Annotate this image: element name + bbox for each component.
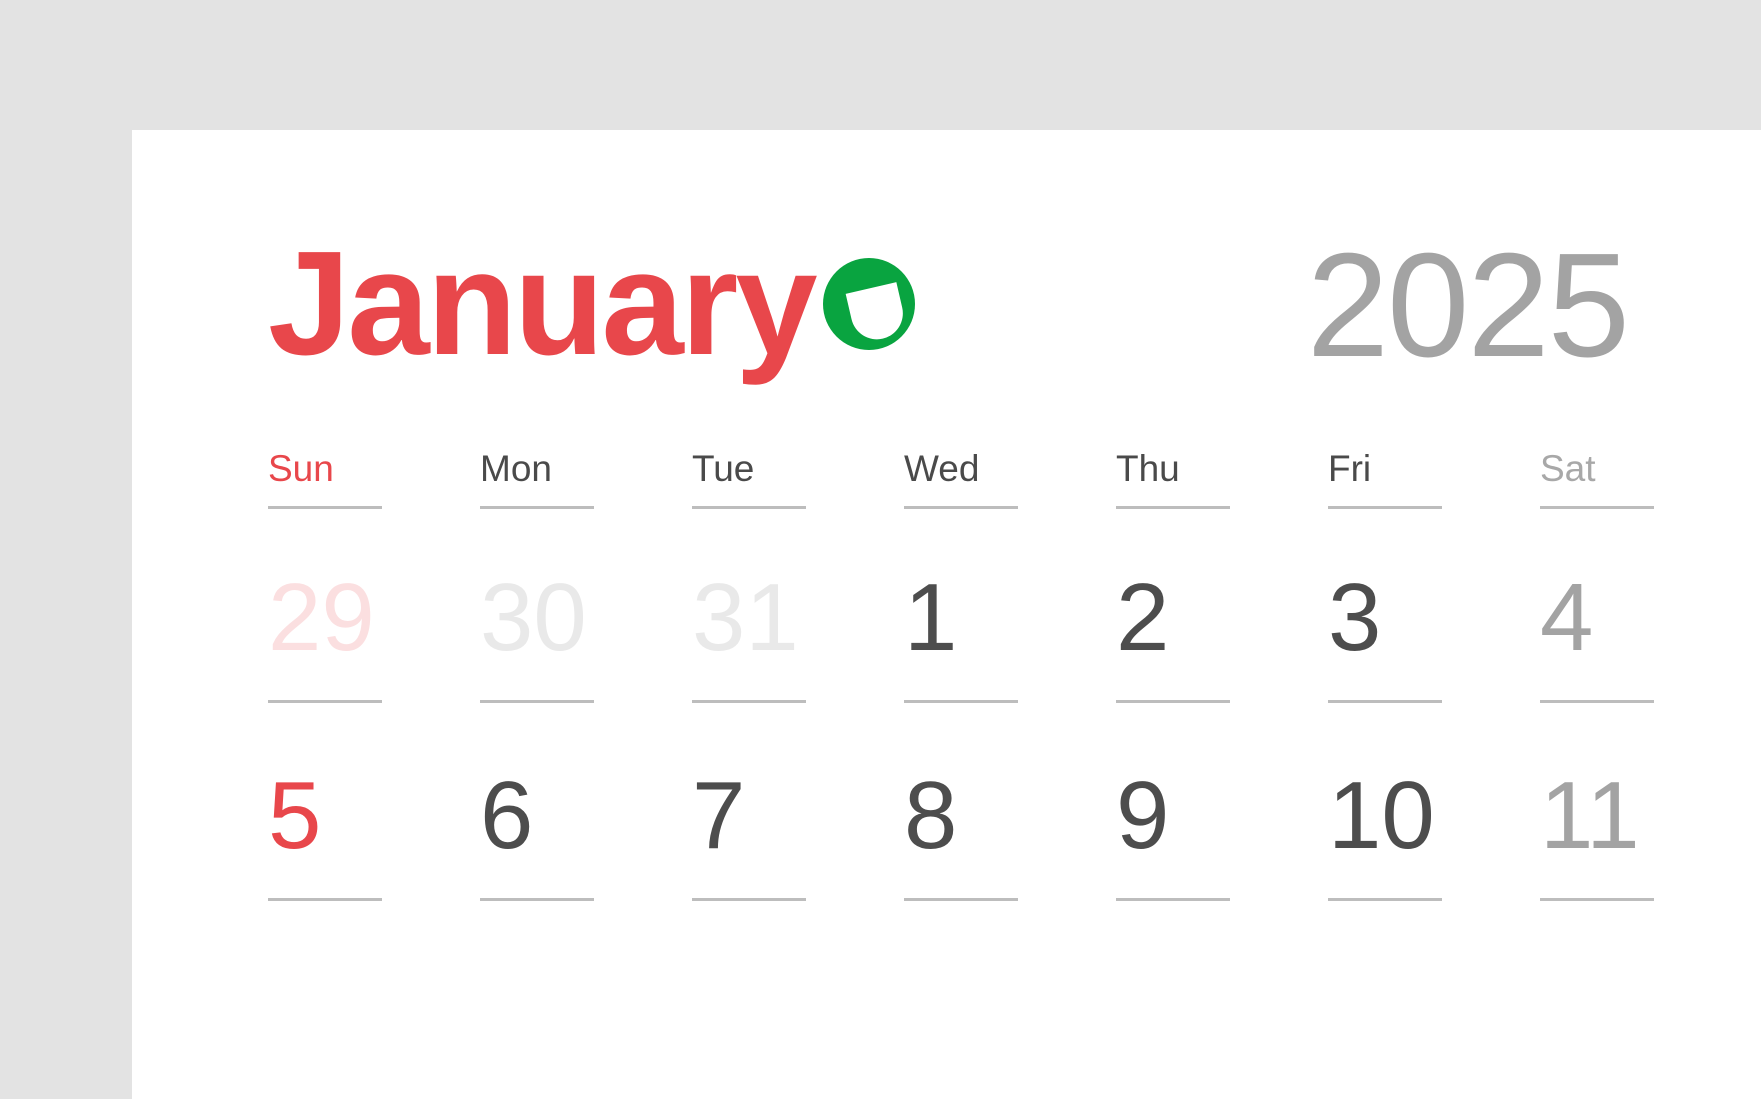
day-number: 11 — [1540, 762, 1640, 869]
week-row: 29 30 31 1 2 3 4 — [268, 548, 1761, 746]
day-cell-9[interactable]: 9 — [1116, 746, 1306, 886]
day-number: 30 — [480, 564, 587, 671]
logo-glyph-shape — [845, 282, 908, 345]
day-cell-underline — [904, 700, 1018, 703]
day-cell-underline — [480, 898, 594, 901]
month-title-block: January — [268, 230, 915, 378]
weekday-header-fri: Fri — [1328, 448, 1508, 509]
day-cell-underline — [1116, 700, 1230, 703]
day-number: 8 — [904, 762, 958, 869]
weekday-header-mon: Mon — [480, 448, 660, 509]
day-cell-8[interactable]: 8 — [904, 746, 1094, 886]
day-cell-underline — [692, 700, 806, 703]
weekday-label: Sun — [268, 448, 334, 489]
day-cell-underline — [1328, 700, 1442, 703]
weekday-label: Thu — [1116, 448, 1180, 489]
weekday-label: Sat — [1540, 448, 1596, 489]
weekday-label: Mon — [480, 448, 552, 489]
weekday-header-row: Sun Mon Tue Wed Thu Fri Sat — [268, 450, 1761, 540]
day-cell-1[interactable]: 1 — [904, 548, 1094, 688]
weekday-header-tue: Tue — [692, 448, 872, 509]
day-cell-30[interactable]: 30 — [480, 548, 670, 688]
green-circle-logo-icon — [822, 258, 915, 350]
weekday-underline — [1116, 506, 1230, 509]
day-cell-7[interactable]: 7 — [692, 746, 882, 886]
day-cell-underline — [1328, 898, 1442, 901]
weekday-label: Tue — [692, 448, 755, 489]
day-cell-underline — [1540, 700, 1654, 703]
day-number: 4 — [1540, 564, 1594, 671]
weekday-underline — [268, 506, 382, 509]
weekday-underline — [1540, 506, 1654, 509]
day-cell-underline — [1540, 898, 1654, 901]
day-number: 10 — [1328, 762, 1435, 869]
calendar-header: January 2025 — [268, 223, 1630, 410]
day-cell-4[interactable]: 4 — [1540, 548, 1730, 688]
day-number: 29 — [268, 564, 375, 671]
day-cell-underline — [1116, 898, 1230, 901]
day-cell-underline — [480, 700, 594, 703]
day-number: 31 — [692, 564, 799, 671]
year-title: 2025 — [1306, 223, 1630, 388]
day-cell-31[interactable]: 31 — [692, 548, 882, 688]
calendar-canvas: January 2025 Sun Mon Tue Wed Thu Fri Sat 29 30 3… — [0, 0, 1761, 1099]
weekday-label: Fri — [1328, 448, 1372, 489]
day-grid: 29 30 31 1 2 3 4 5 6 7 8 9 10 11 — [268, 548, 1761, 944]
weekday-underline — [904, 506, 1018, 509]
weekday-underline — [1328, 506, 1442, 509]
day-cell-5[interactable]: 5 — [268, 746, 458, 886]
weekday-header-sun: Sun — [268, 448, 448, 509]
weekday-label: Wed — [904, 448, 980, 489]
day-number: 7 — [692, 762, 746, 869]
day-number: 5 — [268, 762, 322, 869]
day-cell-6[interactable]: 6 — [480, 746, 670, 886]
weekday-header-wed: Wed — [904, 448, 1084, 509]
weekday-underline — [480, 506, 594, 509]
day-number: 1 — [904, 564, 958, 671]
day-cell-3[interactable]: 3 — [1328, 548, 1518, 688]
day-cell-underline — [692, 898, 806, 901]
weekday-underline — [692, 506, 806, 509]
day-cell-underline — [268, 898, 382, 901]
day-cell-2[interactable]: 2 — [1116, 548, 1306, 688]
day-number: 9 — [1116, 762, 1170, 869]
weekday-header-sat: Sat — [1540, 448, 1720, 509]
day-number: 3 — [1328, 564, 1382, 671]
day-cell-10[interactable]: 10 — [1328, 746, 1518, 886]
day-cell-underline — [904, 898, 1018, 901]
weekday-header-thu: Thu — [1116, 448, 1296, 509]
week-row: 5 6 7 8 9 10 11 — [268, 746, 1761, 944]
day-number: 2 — [1116, 564, 1170, 671]
day-cell-11[interactable]: 11 — [1540, 746, 1730, 886]
calendar-card: January 2025 Sun Mon Tue Wed Thu Fri Sat 29 30 3… — [132, 130, 1761, 1099]
day-cell-underline — [268, 700, 382, 703]
day-cell-29[interactable]: 29 — [268, 548, 458, 688]
day-number: 6 — [480, 762, 534, 869]
month-title: January — [268, 221, 818, 386]
